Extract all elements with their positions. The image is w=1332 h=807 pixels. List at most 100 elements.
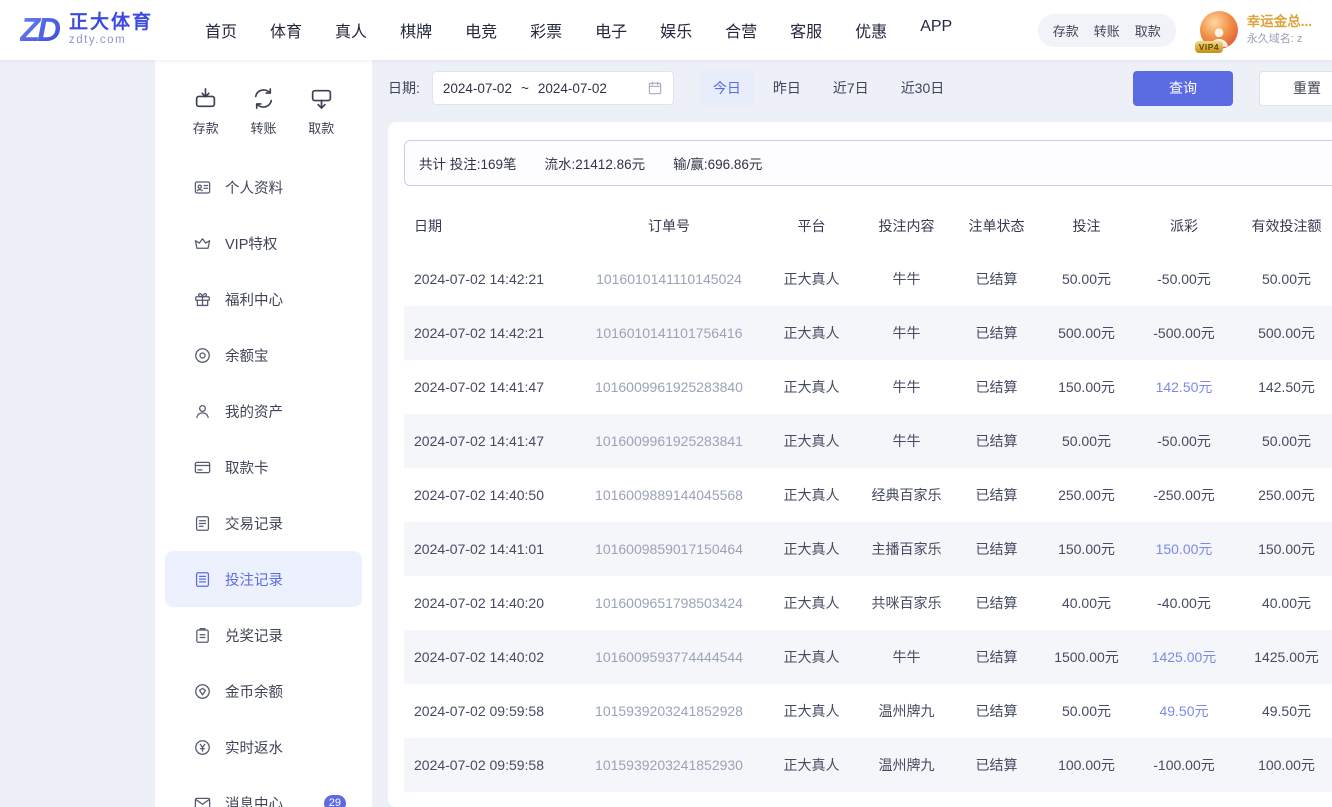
range-shortcut-1[interactable]: 昨日 (760, 71, 814, 105)
cell-bet: 150.00元 (1039, 522, 1134, 576)
sidebar-item-label: 兑奖记录 (225, 625, 283, 646)
cell-platform: 正大真人 (764, 630, 859, 684)
nav-item-joint[interactable]: 合营 (725, 18, 757, 42)
cell-platform: 正大真人 (764, 414, 859, 468)
nav-item-slots[interactable]: 电子 (595, 18, 627, 42)
cell-status: 已结算 (954, 522, 1039, 576)
table-header-row: 日期订单号平台投注内容注单状态投注派彩有效投注额 (404, 200, 1332, 252)
nav-item-home[interactable]: 首页 (205, 18, 237, 42)
summary-bar: 共计 投注:169笔流水:21412.86元输/赢:696.86元 (404, 140, 1332, 186)
deposit-icon (193, 86, 218, 111)
header-quick-link-transfer[interactable]: 转账 (1094, 21, 1120, 40)
calendar-icon[interactable] (647, 80, 663, 96)
sidebar-item-transactions[interactable]: 交易记录 (155, 495, 372, 551)
cell-date: 2024-07-02 14:40:02 (404, 630, 574, 684)
bet-table: 日期订单号平台投注内容注单状态投注派彩有效投注额 2024-07-02 14:4… (404, 200, 1332, 792)
cell-bet: 40.00元 (1039, 576, 1134, 630)
sidebar-item-withdraw-card[interactable]: 取款卡 (155, 439, 372, 495)
quick-action-transfer[interactable]: 转账 (250, 86, 276, 137)
range-shortcut-3[interactable]: 近30日 (888, 71, 958, 105)
sidebar-item-gold-balance[interactable]: 金币余额 (155, 663, 372, 719)
sidebar-item-label: 金币余额 (225, 681, 283, 702)
header-right: 存款转账取款 VIP4 幸运金总... 永久域名: z (1038, 11, 1312, 49)
table-row: 2024-07-02 14:40:501016009889144045568正大… (404, 468, 1332, 522)
nav-item-esports[interactable]: 电竞 (465, 18, 497, 42)
cell-platform: 正大真人 (764, 252, 859, 306)
sidebar-item-profile[interactable]: 个人资料 (155, 159, 372, 215)
brand-logo-mark-icon: ZD (20, 11, 62, 49)
cell-status: 已结算 (954, 630, 1039, 684)
sidebar-item-bet-records[interactable]: 投注记录 (165, 551, 362, 607)
sidebar-item-assets[interactable]: 我的资产 (155, 383, 372, 439)
user-name: 幸运金总... (1247, 13, 1312, 32)
nav-item-entertainment[interactable]: 娱乐 (660, 18, 692, 42)
column-header-platform: 平台 (764, 200, 859, 252)
cell-date: 2024-07-02 14:41:01 (404, 522, 574, 576)
sidebar-item-yuebao[interactable]: 余额宝 (155, 327, 372, 383)
range-shortcut-2[interactable]: 近7日 (820, 71, 882, 105)
column-header-content: 投注内容 (859, 200, 954, 252)
table-row: 2024-07-02 14:40:021016009593774444544正大… (404, 630, 1332, 684)
cell-date: 2024-07-02 14:42:21 (404, 306, 574, 360)
cell-status: 已结算 (954, 468, 1039, 522)
table-row: 2024-07-02 14:40:201016009651798503424正大… (404, 576, 1332, 630)
user-profile[interactable]: VIP4 幸运金总... 永久域名: z (1200, 11, 1312, 49)
page: ZD 正大体育 zdty.com 首页 体育 真人 棋牌 电竞 彩票 电子 娱乐 合营 客服 优惠 A… (0, 0, 1332, 807)
nav-item-app[interactable]: APP (920, 18, 952, 42)
cell-payout: 142.50元 (1134, 360, 1234, 414)
gift-icon (193, 290, 212, 309)
cell-bet: 150.00元 (1039, 360, 1134, 414)
nav-item-sports[interactable]: 体育 (270, 18, 302, 42)
sidebar-item-welfare[interactable]: 福利中心 (155, 271, 372, 327)
filter-row: 日期: 2024-07-02 ~ 2024-07-02 今日昨日近7日近30日 … (388, 70, 1332, 106)
cell-payout: -50.00元 (1134, 252, 1234, 306)
quick-action-deposit[interactable]: 存款 (193, 86, 219, 137)
sidebar-item-vip[interactable]: VIP特权 (155, 215, 372, 271)
cell-platform: 正大真人 (764, 522, 859, 576)
table-row: 2024-07-02 09:59:581015939203241852930正大… (404, 738, 1332, 792)
reset-button[interactable]: 重置 (1259, 71, 1332, 106)
user-domain-note: 永久域名: z (1247, 32, 1312, 47)
sidebar-menu: 个人资料VIP特权福利中心余额宝我的资产取款卡交易记录投注记录兑奖记录金币余额实… (155, 159, 372, 807)
date-range-shortcuts: 今日昨日近7日近30日 (700, 71, 957, 105)
nav-item-live[interactable]: 真人 (335, 18, 367, 42)
cell-content: 牛牛 (859, 252, 954, 306)
cell-bet: 1500.00元 (1039, 630, 1134, 684)
cell-content: 温州牌九 (859, 684, 954, 738)
cell-valid: 250.00元 (1234, 468, 1332, 522)
cell-content: 牛牛 (859, 360, 954, 414)
cell-platform: 正大真人 (764, 738, 859, 792)
sidebar-item-redeem-records[interactable]: 兑奖记录 (155, 607, 372, 663)
cell-order: 1016009859017150464 (574, 522, 764, 576)
cell-status: 已结算 (954, 738, 1039, 792)
nav-item-chess[interactable]: 棋牌 (400, 18, 432, 42)
nav-item-lottery[interactable]: 彩票 (530, 18, 562, 42)
cell-content: 牛牛 (859, 414, 954, 468)
nav-item-promo[interactable]: 优惠 (855, 18, 887, 42)
query-button[interactable]: 查询 (1133, 71, 1233, 106)
table-row: 2024-07-02 14:41:471016009961925283841正大… (404, 414, 1332, 468)
cell-date: 2024-07-02 14:41:47 (404, 414, 574, 468)
sidebar-item-label: 交易记录 (225, 513, 283, 534)
sidebar-item-messages[interactable]: 消息中心29 (155, 775, 372, 807)
cell-bet: 50.00元 (1039, 414, 1134, 468)
brand-logo[interactable]: ZD 正大体育 zdty.com (20, 11, 153, 49)
sidebar-item-rebate[interactable]: 实时返水 (155, 719, 372, 775)
top-header: ZD 正大体育 zdty.com 首页 体育 真人 棋牌 电竞 彩票 电子 娱乐 合营 客服 优惠 A… (0, 0, 1332, 60)
vip-badge: VIP4 (1195, 41, 1223, 53)
cell-date: 2024-07-02 14:40:50 (404, 468, 574, 522)
nav-item-service[interactable]: 客服 (790, 18, 822, 42)
header-quick-link-withdraw[interactable]: 取款 (1135, 21, 1161, 40)
header-quick-link-deposit[interactable]: 存款 (1053, 21, 1079, 40)
cell-payout: -250.00元 (1134, 468, 1234, 522)
cell-status: 已结算 (954, 306, 1039, 360)
date-range-input[interactable]: 2024-07-02 ~ 2024-07-02 (432, 71, 674, 105)
records-card: 共计 投注:169笔流水:21412.86元输/赢:696.86元 日期订单号平… (388, 122, 1332, 807)
cell-bet: 100.00元 (1039, 738, 1134, 792)
cell-content: 共咪百家乐 (859, 576, 954, 630)
cell-bet: 250.00元 (1039, 468, 1134, 522)
range-shortcut-0[interactable]: 今日 (700, 71, 754, 105)
quick-action-withdraw[interactable]: 取款 (308, 86, 334, 137)
sidebar-item-label: 投注记录 (225, 569, 283, 590)
sidebar-item-label: 消息中心 (225, 793, 283, 807)
